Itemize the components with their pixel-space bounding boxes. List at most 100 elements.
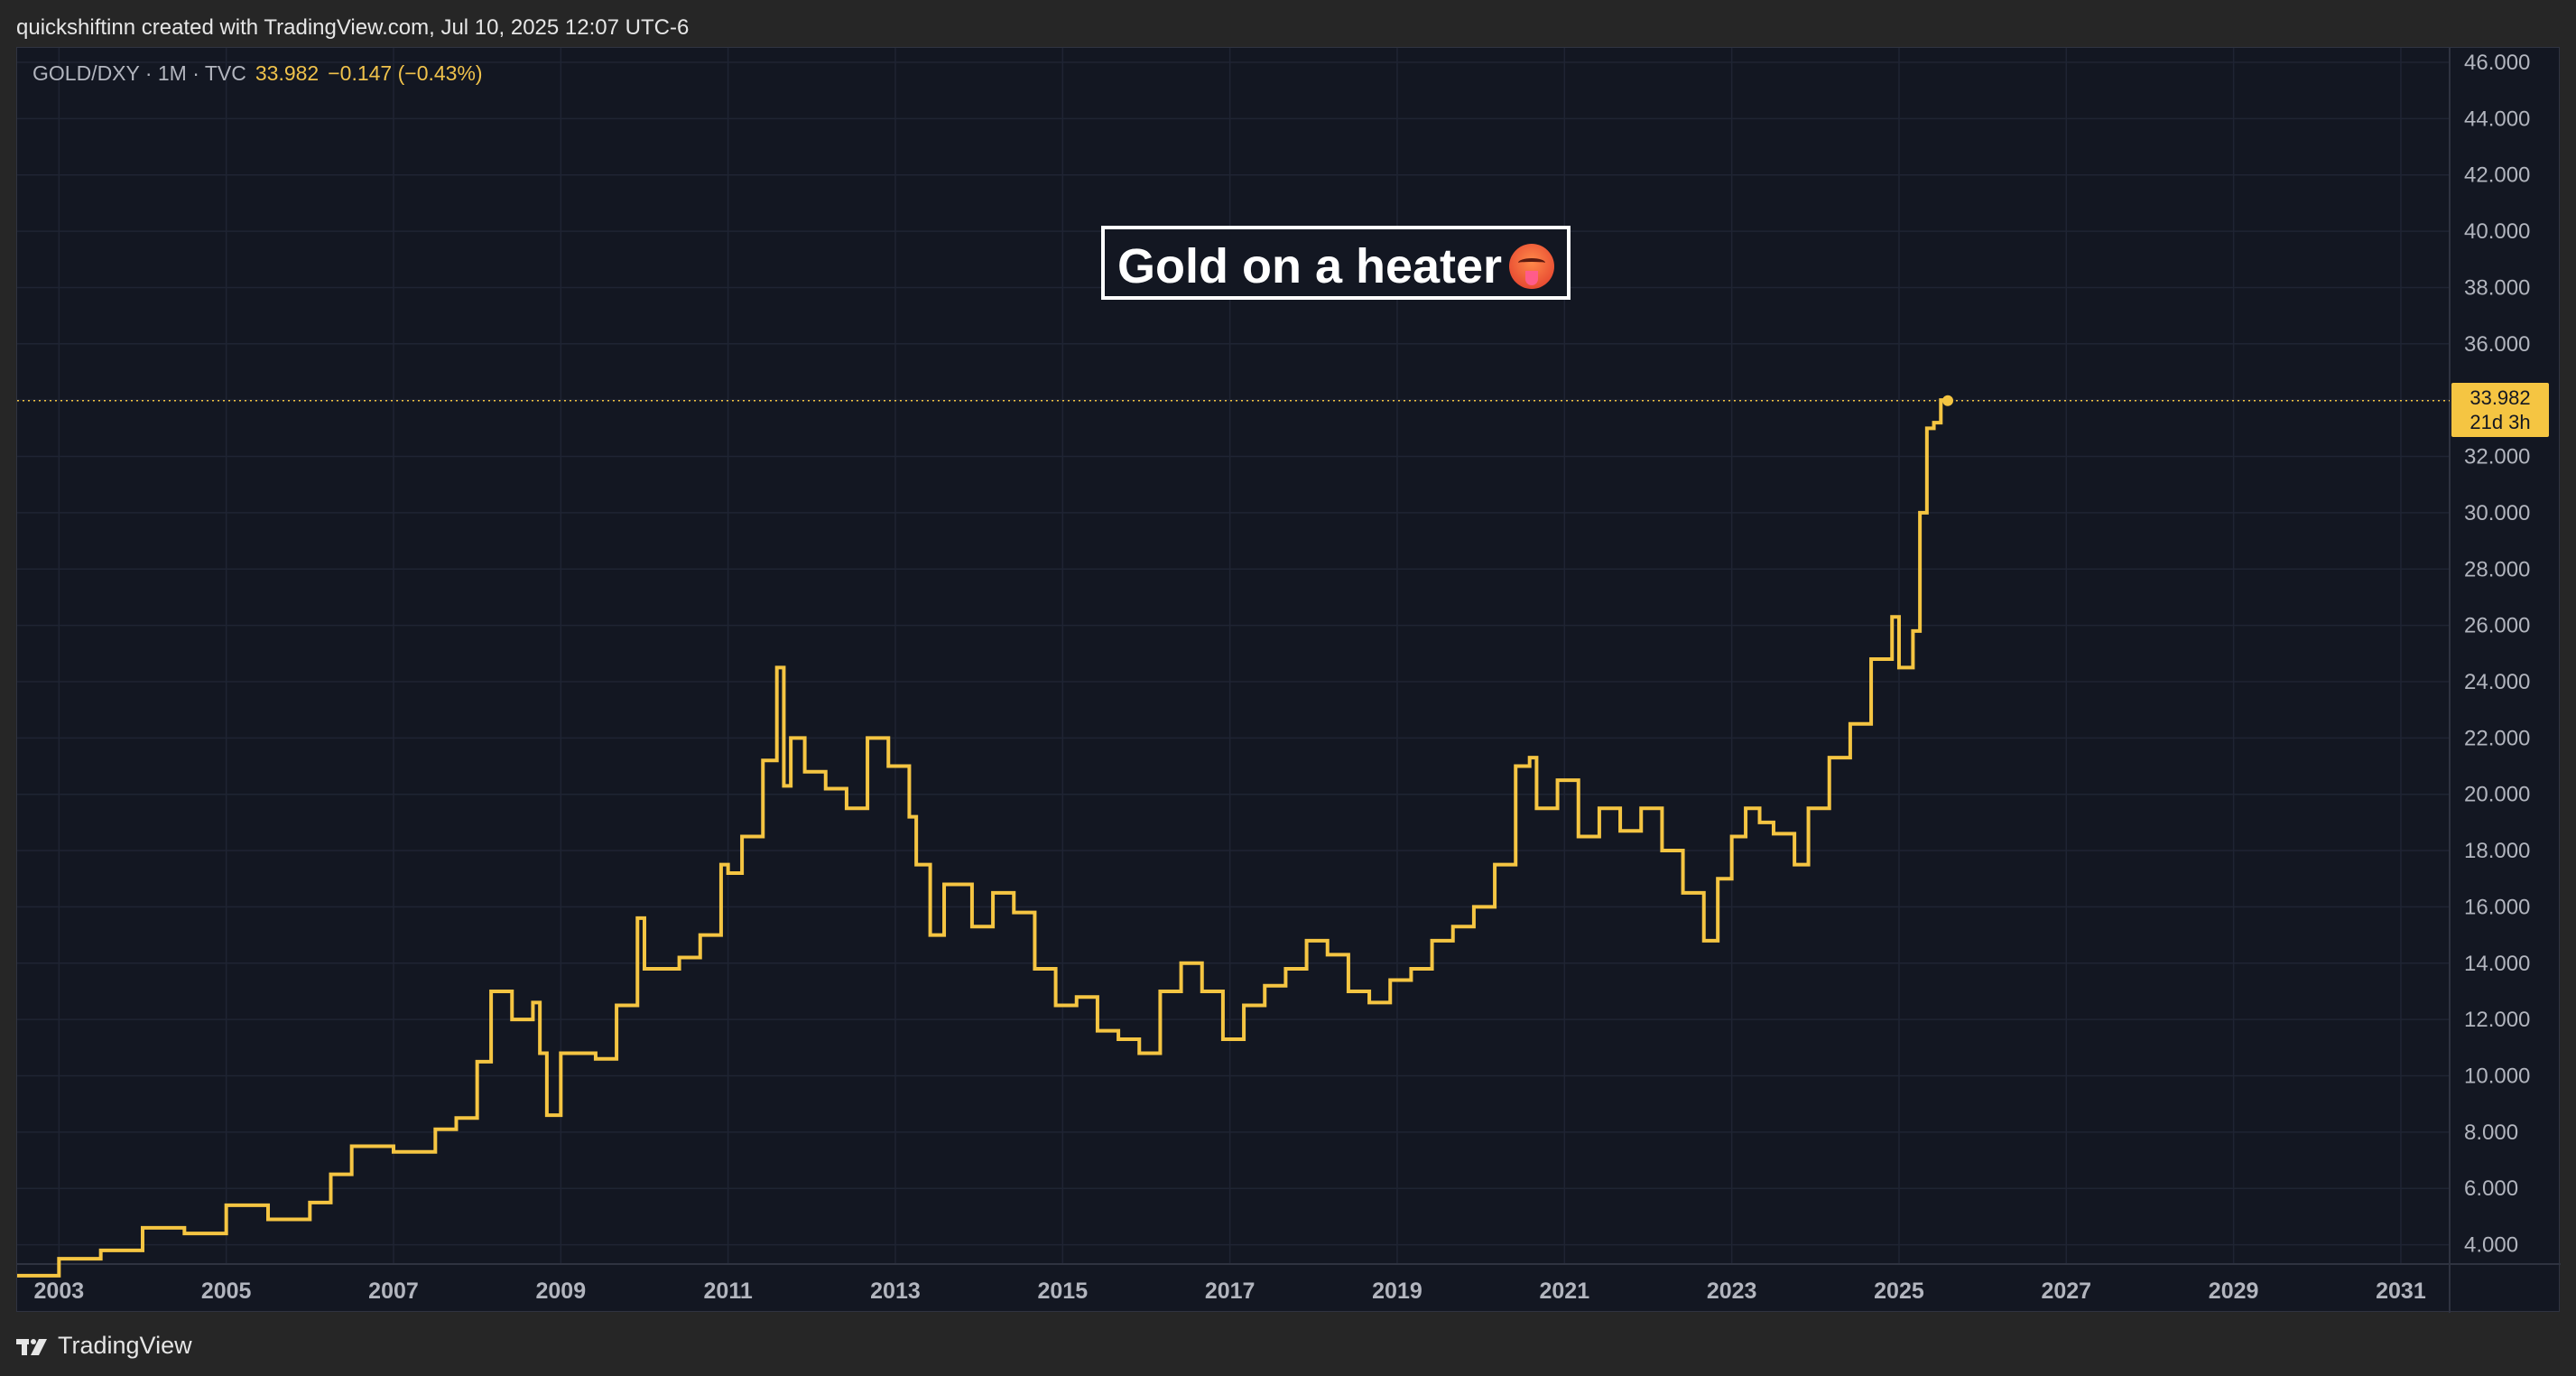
- price-point: [1617, 828, 1623, 833]
- price-point: [537, 1051, 542, 1056]
- price-point: [906, 814, 912, 820]
- price-point: [1771, 831, 1776, 836]
- y-tick-label: 42.000: [2464, 163, 2530, 188]
- price-point: [593, 1056, 598, 1062]
- price-point: [990, 890, 996, 896]
- y-tick-label: 6.000: [2464, 1176, 2518, 1201]
- price-point: [1367, 999, 1372, 1005]
- price-point: [1116, 1037, 1121, 1042]
- price-point: [1896, 665, 1902, 670]
- footer-brand[interactable]: TradingView: [16, 1329, 192, 1362]
- price-point: [391, 1149, 396, 1155]
- price-point: [307, 1200, 312, 1205]
- price-point: [1715, 876, 1720, 881]
- y-tick-label: 46.000: [2464, 51, 2530, 75]
- y-tick-label: 20.000: [2464, 783, 2530, 807]
- symbol-label: GOLD/DXY · 1M · TVC: [32, 61, 246, 85]
- price-point: [823, 786, 829, 791]
- y-tick-label: 26.000: [2464, 614, 2530, 638]
- price-point: [1136, 1051, 1142, 1056]
- chart-frame: quickshiftinn created with TradingView.c…: [0, 0, 2576, 1376]
- price-point: [1471, 904, 1477, 909]
- y-tick-label: 12.000: [2464, 1008, 2530, 1032]
- price-point: [635, 916, 640, 921]
- price-point: [98, 1248, 104, 1253]
- price-point: [1387, 977, 1393, 982]
- price-point: [488, 989, 494, 994]
- price-point: [544, 1112, 550, 1118]
- y-tick-label: 44.000: [2464, 107, 2530, 131]
- price-point: [928, 933, 933, 938]
- price-point: [642, 966, 647, 972]
- price-point: [1262, 983, 1267, 989]
- price-point: [1074, 994, 1080, 999]
- price-point: [865, 735, 870, 740]
- price-point: [1408, 966, 1413, 972]
- x-tick-label: 2025: [1874, 1278, 1924, 1304]
- price-point: [558, 1051, 563, 1056]
- x-tick-label: 2015: [1037, 1278, 1088, 1304]
- annotation-text: Gold on a heater: [1117, 239, 1503, 293]
- y-tick-label: 40.000: [2464, 219, 2530, 244]
- price-point: [224, 1203, 229, 1208]
- price-point: [1200, 989, 1205, 994]
- price-point: [140, 1225, 145, 1231]
- price-point: [1806, 805, 1812, 811]
- price-point: [1179, 961, 1184, 966]
- price-point: [1757, 820, 1763, 825]
- x-tick-label: 2021: [1539, 1278, 1589, 1304]
- tradingview-logo-icon: [16, 1335, 49, 1355]
- x-tick-label: 2005: [201, 1278, 252, 1304]
- chart-annotation[interactable]: Gold on a heater: [1101, 226, 1571, 300]
- price-point: [453, 1115, 459, 1120]
- y-tick-label: 4.000: [2464, 1233, 2518, 1258]
- price-point: [432, 1127, 438, 1132]
- price-point: [941, 881, 947, 887]
- y-tick-label: 30.000: [2464, 501, 2530, 525]
- price-point: [1827, 755, 1832, 760]
- price-point: [726, 870, 731, 876]
- price-point: [1157, 989, 1163, 994]
- price-point: [1534, 805, 1539, 811]
- x-tick-label: 2009: [536, 1278, 587, 1304]
- price-change-label: −0.147 (−0.43%): [328, 61, 483, 85]
- y-tick-label: 10.000: [2464, 1065, 2530, 1089]
- price-point: [349, 1143, 355, 1148]
- price-point: [1743, 805, 1748, 811]
- price-point: [677, 955, 682, 961]
- symbol-legend[interactable]: GOLD/DXY · 1M · TVC 33.982 −0.147 (−0.43%): [32, 61, 483, 86]
- hot-face-emoji-icon: [1509, 243, 1555, 289]
- price-point: [774, 665, 780, 670]
- price-point: [1910, 628, 1915, 634]
- last-price-tag: 33.982 21d 3h: [2451, 383, 2549, 437]
- price-point: [56, 1256, 61, 1261]
- price-point: [614, 1003, 619, 1009]
- y-tick-label: 14.000: [2464, 952, 2530, 976]
- price-point: [1241, 1003, 1246, 1009]
- price-point: [1513, 764, 1518, 769]
- footer-brand-label: TradingView: [58, 1331, 192, 1359]
- price-point: [1325, 952, 1330, 957]
- price-point: [1220, 1037, 1226, 1042]
- price-point: [969, 924, 975, 929]
- x-tick-label: 2031: [2376, 1278, 2426, 1304]
- price-point: [1095, 1028, 1100, 1034]
- price-point: [265, 1217, 271, 1223]
- price-point: [509, 1017, 514, 1022]
- price-point: [1638, 805, 1644, 811]
- price-point: [1932, 420, 1937, 425]
- price-point: [1848, 721, 1853, 727]
- price-point: [530, 999, 535, 1005]
- price-point: [1889, 614, 1895, 619]
- x-tick-label: 2019: [1372, 1278, 1422, 1304]
- price-point: [1527, 755, 1533, 760]
- x-tick-label: 2013: [870, 1278, 921, 1304]
- x-tick-label: 2023: [1707, 1278, 1757, 1304]
- attribution-header: quickshiftinn created with TradingView.c…: [16, 15, 690, 40]
- price-point: [1346, 989, 1351, 994]
- x-tick-label: 2027: [2041, 1278, 2091, 1304]
- price-point: [17, 1273, 20, 1278]
- price-point: [1492, 862, 1497, 868]
- price-point: [739, 833, 745, 839]
- price-point: [1576, 833, 1581, 839]
